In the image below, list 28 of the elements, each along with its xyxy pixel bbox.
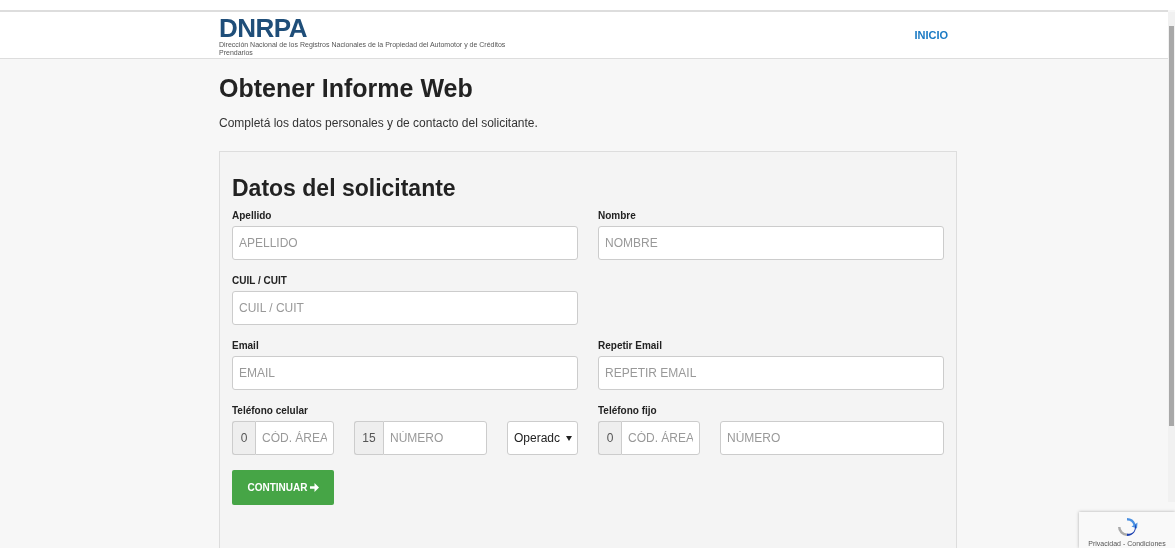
input-field[interactable]: EMAIL: [232, 356, 578, 390]
field-label: Teléfono celular: [232, 405, 309, 416]
input-field[interactable]: NOMBRE: [598, 226, 944, 260]
prefix-addon: 0: [598, 421, 621, 455]
input-field[interactable]: REPETIR EMAIL: [598, 356, 944, 390]
prefix-addon: 15: [354, 421, 383, 455]
input-field[interactable]: APELLIDO: [232, 226, 578, 260]
prefix-addon: 0: [232, 421, 255, 455]
intro-text: Completá los datos personales y de contacto del solicitante.: [219, 116, 539, 130]
field-label: Nombre: [598, 210, 637, 221]
field-label: Email: [232, 340, 260, 351]
input-field[interactable]: CUIL / CUIT: [232, 291, 578, 325]
page-title: Obtener Informe Web: [219, 73, 474, 103]
field-label: Teléfono fijo: [598, 405, 658, 416]
field-label: Apellido: [232, 210, 273, 221]
field-label: Repetir Email: [598, 340, 663, 351]
form-title: Datos del solicitante: [232, 174, 457, 202]
recaptcha-icon: [1115, 515, 1139, 539]
caret-icon: [566, 435, 572, 441]
scrollbar[interactable]: [1168, 12, 1175, 502]
arrow-right-icon: [309, 483, 319, 492]
logo-wordmark: DNRPA: [219, 15, 308, 40]
input-field[interactable]: NÚMERO: [720, 421, 944, 455]
scrollbar-thumb[interactable]: [1169, 26, 1174, 426]
nav-link[interactable]: INICIO: [914, 29, 948, 41]
input-field[interactable]: NÚMERO: [383, 421, 487, 455]
operator-dropdown[interactable]: Operadc: [507, 421, 578, 455]
field-label: CUIL / CUIT: [232, 275, 288, 286]
